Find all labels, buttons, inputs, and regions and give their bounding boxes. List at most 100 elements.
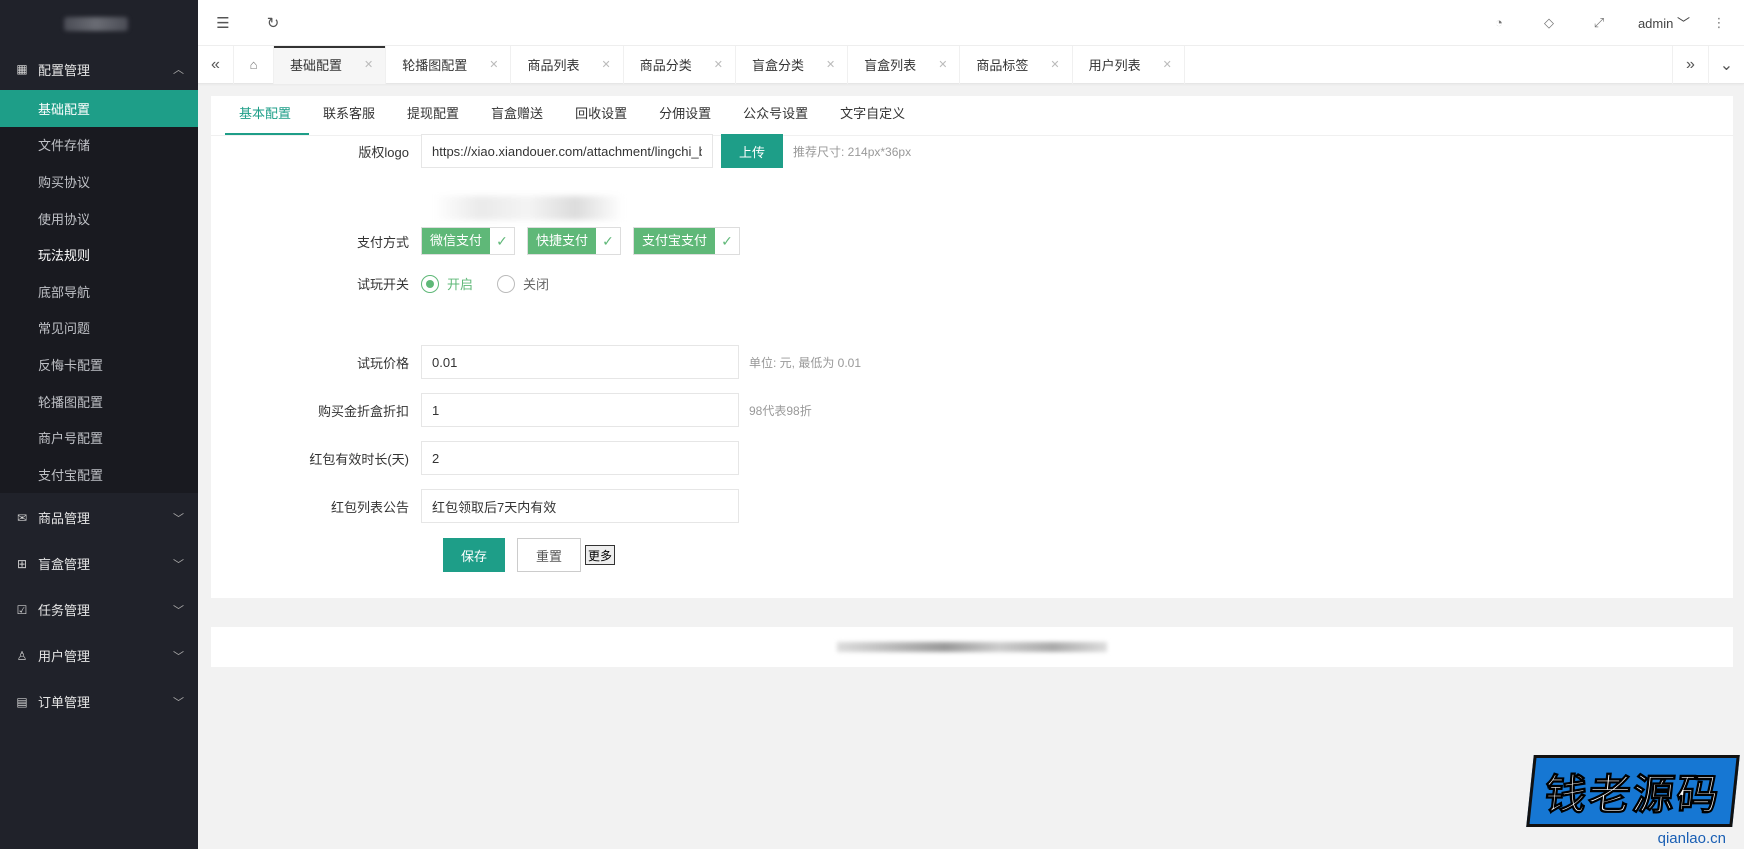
checkbox-alipay[interactable]: 支付宝支付 ✓ — [633, 227, 741, 255]
discount-input[interactable] — [421, 393, 739, 427]
sidebar-item-game-rules[interactable]: 玩法规则 — [0, 236, 198, 273]
save-button[interactable]: 保存 — [443, 538, 506, 572]
trial-price-input[interactable] — [421, 345, 739, 379]
tab-blindbox-list[interactable]: 盲盒列表 ✕ — [848, 45, 961, 84]
tab-user-list[interactable]: 用户列表 ✕ — [1073, 45, 1185, 84]
sidebar-item-faq[interactable]: 常见问题 — [0, 310, 198, 347]
subtab-blindbox-gift[interactable]: 盲盒赠送 — [477, 95, 561, 135]
theme-icon[interactable]: ◔ — [1474, 15, 1524, 30]
fullscreen-icon[interactable]: ⤢ — [1574, 15, 1624, 31]
sidebar-item-alipay-config[interactable]: 支付宝配置 — [0, 456, 198, 493]
sidebar-item-merchant-config[interactable]: 商户号配置 — [0, 419, 198, 456]
chevron-down-icon: ﹀ — [173, 604, 184, 617]
logo-url-input[interactable] — [421, 134, 713, 168]
header-right: ◔ ◇ ⤢ admin ﹀ ⋮ — [1474, 13, 1744, 32]
subtab-text-custom[interactable]: 文字自定义 — [826, 95, 923, 135]
close-icon[interactable]: ✕ — [489, 58, 498, 71]
tab-goods-tags[interactable]: 商品标签 ✕ — [960, 45, 1073, 84]
checkbox-label: 支付宝支付 — [634, 228, 716, 254]
tab-goods-category[interactable]: 商品分类 ✕ — [624, 45, 736, 84]
menu-group-blindbox[interactable]: ⊞ 盲盒管理 ﹀ — [0, 543, 198, 585]
menu-group-order[interactable]: ▤ 订单管理 ﹀ — [0, 681, 198, 723]
close-icon[interactable]: ✕ — [601, 58, 610, 71]
watermark-site: qianlao.cn — [1657, 830, 1726, 847]
tabs-scroll-left-icon[interactable]: « — [198, 45, 234, 84]
tabs-menu-icon[interactable]: ⌄ — [1708, 45, 1744, 84]
watermark-title: 钱老源码 — [1542, 769, 1724, 819]
tabs-scroll-right-icon[interactable]: » — [1672, 45, 1708, 84]
chevron-down-icon: ﹀ — [1676, 16, 1690, 31]
tab-banner-config[interactable]: 轮播图配置 ✕ — [386, 45, 512, 84]
radio-circle — [497, 274, 516, 293]
sidebar-item-bottom-nav[interactable]: 底部导航 — [0, 273, 198, 310]
tab-goods-list[interactable]: 商品列表 ✕ — [511, 45, 624, 84]
logo-label: 版权logo — [358, 144, 409, 160]
top-header: ☰ ↻ ◔ ◇ ⤢ admin ﹀ ⋮ — [198, 0, 1744, 46]
sidebar-item-banner-config[interactable]: 轮播图配置 — [0, 383, 198, 420]
form-row-pay: 支付方式 微信支付 ✓ 快捷支付 ✓ 支付宝支付 ✓ — [211, 227, 752, 255]
menu-group-label: 盲盒管理 — [38, 557, 91, 573]
sidebar-item-file-storage[interactable]: 文件存储 — [0, 127, 198, 164]
menu-group-user[interactable]: ♙ 用户管理 ﹀ — [0, 635, 198, 677]
checkbox-quick-pay[interactable]: 快捷支付 ✓ — [527, 227, 622, 255]
logo-image — [64, 17, 128, 31]
radio-trial-off[interactable]: 关闭 — [497, 274, 549, 293]
home-icon[interactable]: ⌂ — [234, 45, 274, 84]
upload-button[interactable]: 上传 — [721, 134, 784, 168]
form-row-logo: 版权logo 上传 推荐尺寸: 214px*36px — [211, 134, 911, 168]
form-row-red-notice: 红包列表公告 — [211, 489, 739, 523]
trial-price-hint: 单位: 元, 最低为 0.01 — [749, 355, 862, 370]
close-icon[interactable]: ✕ — [826, 58, 835, 71]
close-icon[interactable]: ✕ — [714, 58, 723, 71]
close-icon[interactable]: ✕ — [364, 58, 373, 71]
menu-toggle-icon[interactable]: ☰ — [198, 14, 248, 32]
menu-group-label: 任务管理 — [38, 603, 91, 619]
logo — [0, 0, 198, 48]
tab-label: 基础配置 — [290, 58, 343, 73]
more-vertical-icon[interactable]: ⋮ — [1704, 15, 1734, 31]
tabs-right-controls: » ⌄ — [1672, 45, 1744, 84]
tab-basic-config[interactable]: 基础配置 ✕ — [274, 45, 387, 84]
goods-icon: ✉ — [16, 510, 28, 525]
subtab-customer-service[interactable]: 联系客服 — [309, 95, 393, 135]
tab-label: 用户列表 — [1088, 58, 1141, 73]
close-icon[interactable]: ✕ — [938, 58, 947, 71]
menu-group-label: 商品管理 — [38, 511, 91, 527]
menu-group-goods[interactable]: ✉ 商品管理 ﹀ — [0, 497, 198, 539]
menu-group-config[interactable]: ▦ 配置管理 ︿ — [0, 48, 198, 90]
sidebar-item-purchase-agreement[interactable]: 购买协议 — [0, 163, 198, 200]
radio-trial-on[interactable]: 开启 — [421, 274, 473, 293]
tab-blindbox-category[interactable]: 盲盒分类 ✕ — [736, 45, 849, 84]
close-icon[interactable]: ✕ — [1050, 58, 1059, 71]
form-actions: 保存 重置 更多 — [443, 538, 616, 572]
refresh-icon[interactable]: ↻ — [248, 14, 298, 32]
form-row-discount: 购买金折盒折扣 98代表98折 — [211, 393, 812, 427]
red-notice-input[interactable] — [421, 489, 739, 523]
trial-label: 试玩开关 — [356, 277, 409, 292]
red-valid-input[interactable] — [421, 441, 739, 475]
subtab-basic[interactable]: 基本配置 — [225, 95, 310, 135]
trial-price-label: 试玩价格 — [356, 355, 409, 371]
subtab-official-account[interactable]: 公众号设置 — [729, 95, 826, 135]
sidebar-item-basic-config[interactable]: 基础配置 — [0, 90, 198, 127]
check-icon: ✓ — [496, 232, 508, 249]
sidebar-item-regret-card[interactable]: 反悔卡配置 — [0, 346, 198, 383]
tab-label: 轮播图配置 — [402, 58, 468, 73]
menu-group-task[interactable]: ☑ 任务管理 ﹀ — [0, 589, 198, 631]
tag-icon[interactable]: ◇ — [1524, 15, 1574, 31]
checkbox-wechat-pay[interactable]: 微信支付 ✓ — [421, 227, 516, 255]
sidebar: ▦ 配置管理 ︿ 基础配置 文件存储 购买协议 使用协议 玩法规则 底部导航 常… — [0, 0, 198, 849]
chevron-down-icon: ﹀ — [173, 650, 184, 663]
gift-icon: ⊞ — [16, 556, 28, 571]
menu-group-label: 配置管理 — [38, 62, 91, 78]
subtab-commission[interactable]: 分佣设置 — [645, 95, 729, 135]
subtab-recycle[interactable]: 回收设置 — [561, 95, 645, 135]
user-menu[interactable]: admin ﹀ — [1624, 13, 1704, 32]
more-button[interactable]: 更多 — [585, 545, 616, 565]
sidebar-item-usage-agreement[interactable]: 使用协议 — [0, 200, 198, 237]
reset-button[interactable]: 重置 — [517, 538, 582, 572]
watermark-logo: 钱老源码 — [1526, 755, 1740, 827]
watermark: 钱老源码 qianlao.cn — [1526, 755, 1740, 849]
subtab-withdraw[interactable]: 提现配置 — [393, 95, 477, 135]
close-icon[interactable]: ✕ — [1163, 58, 1172, 71]
